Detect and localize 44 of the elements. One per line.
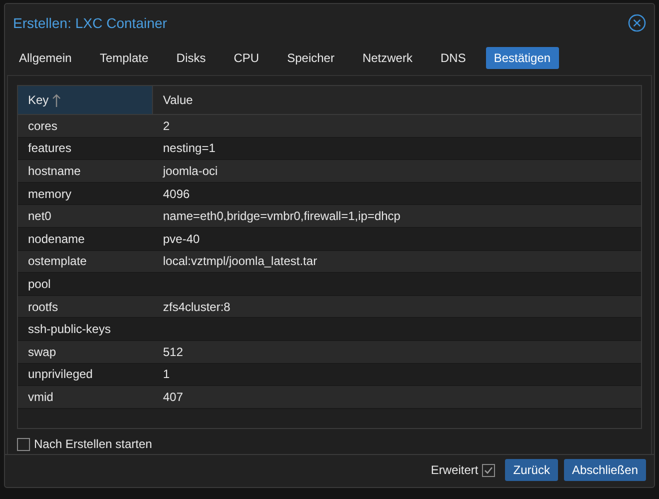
table-cell-text: joomla-oci <box>162 162 219 180</box>
table-cell-text: vmid <box>27 388 54 406</box>
dialog-button[interactable]: Abschließen <box>564 459 646 481</box>
tab[interactable]: DNS <box>432 47 474 69</box>
table-cell-text: features <box>27 140 72 158</box>
tab[interactable]: Bestätigen <box>486 47 559 69</box>
table-cell-text: 407 <box>162 388 184 406</box>
column-header[interactable]: Value <box>153 86 641 114</box>
table-cell-text: 2 <box>162 118 171 135</box>
table-cell-text: zfs4cluster:8 <box>162 298 232 316</box>
table-cell-text: local:vztmpl/joomla_latest.tar <box>162 253 318 270</box>
dialog-button[interactable]: Zurück <box>505 459 558 481</box>
table-cell-text: ssh-public-keys <box>27 321 112 338</box>
table-cell-text: 1 <box>162 366 171 384</box>
table-cell-text: nesting=1 <box>162 140 216 158</box>
column-header[interactable]: Key <box>18 86 153 114</box>
table-cell-text: net0 <box>27 208 52 226</box>
tab[interactable]: Template <box>92 47 156 69</box>
table-cell-text: pve-40 <box>162 230 201 248</box>
table-cell-text: ostemplate <box>27 253 88 270</box>
table-cell-text: cores <box>27 118 58 135</box>
table-cell-text: 512 <box>162 344 184 361</box>
table-cell-text: nodename <box>27 230 86 248</box>
tab[interactable]: Netzwerk <box>354 47 420 69</box>
table-cell-text: hostname <box>27 162 82 180</box>
window-title: Erstellen: LXC Container <box>13 15 168 31</box>
checkbox-label: Erweitert <box>430 463 478 477</box>
checkbox[interactable] <box>482 464 496 476</box>
table-cell-text: pool <box>27 276 52 293</box>
checkbox-label: Nach Erstellen starten <box>34 437 152 451</box>
tab[interactable]: CPU <box>226 47 268 69</box>
close-icon[interactable] <box>628 14 646 32</box>
column-label: Value <box>163 93 193 107</box>
table-cell-text: swap <box>27 344 58 361</box>
table-cell-text: name=eth0,bridge=vmbr0,firewall=1,ip=dhcp <box>162 208 402 226</box>
tab[interactable]: Disks <box>168 47 214 69</box>
tab[interactable]: Speicher <box>279 47 342 69</box>
table-cell-text: 4096 <box>162 186 191 203</box>
table-cell-text: unprivileged <box>27 366 94 384</box>
table-cell-text: rootfs <box>27 298 60 316</box>
checkbox[interactable] <box>17 438 30 450</box>
table-cell-text: memory <box>27 186 72 203</box>
tab[interactable]: Allgemein <box>11 47 80 69</box>
column-label: Key <box>28 93 49 107</box>
